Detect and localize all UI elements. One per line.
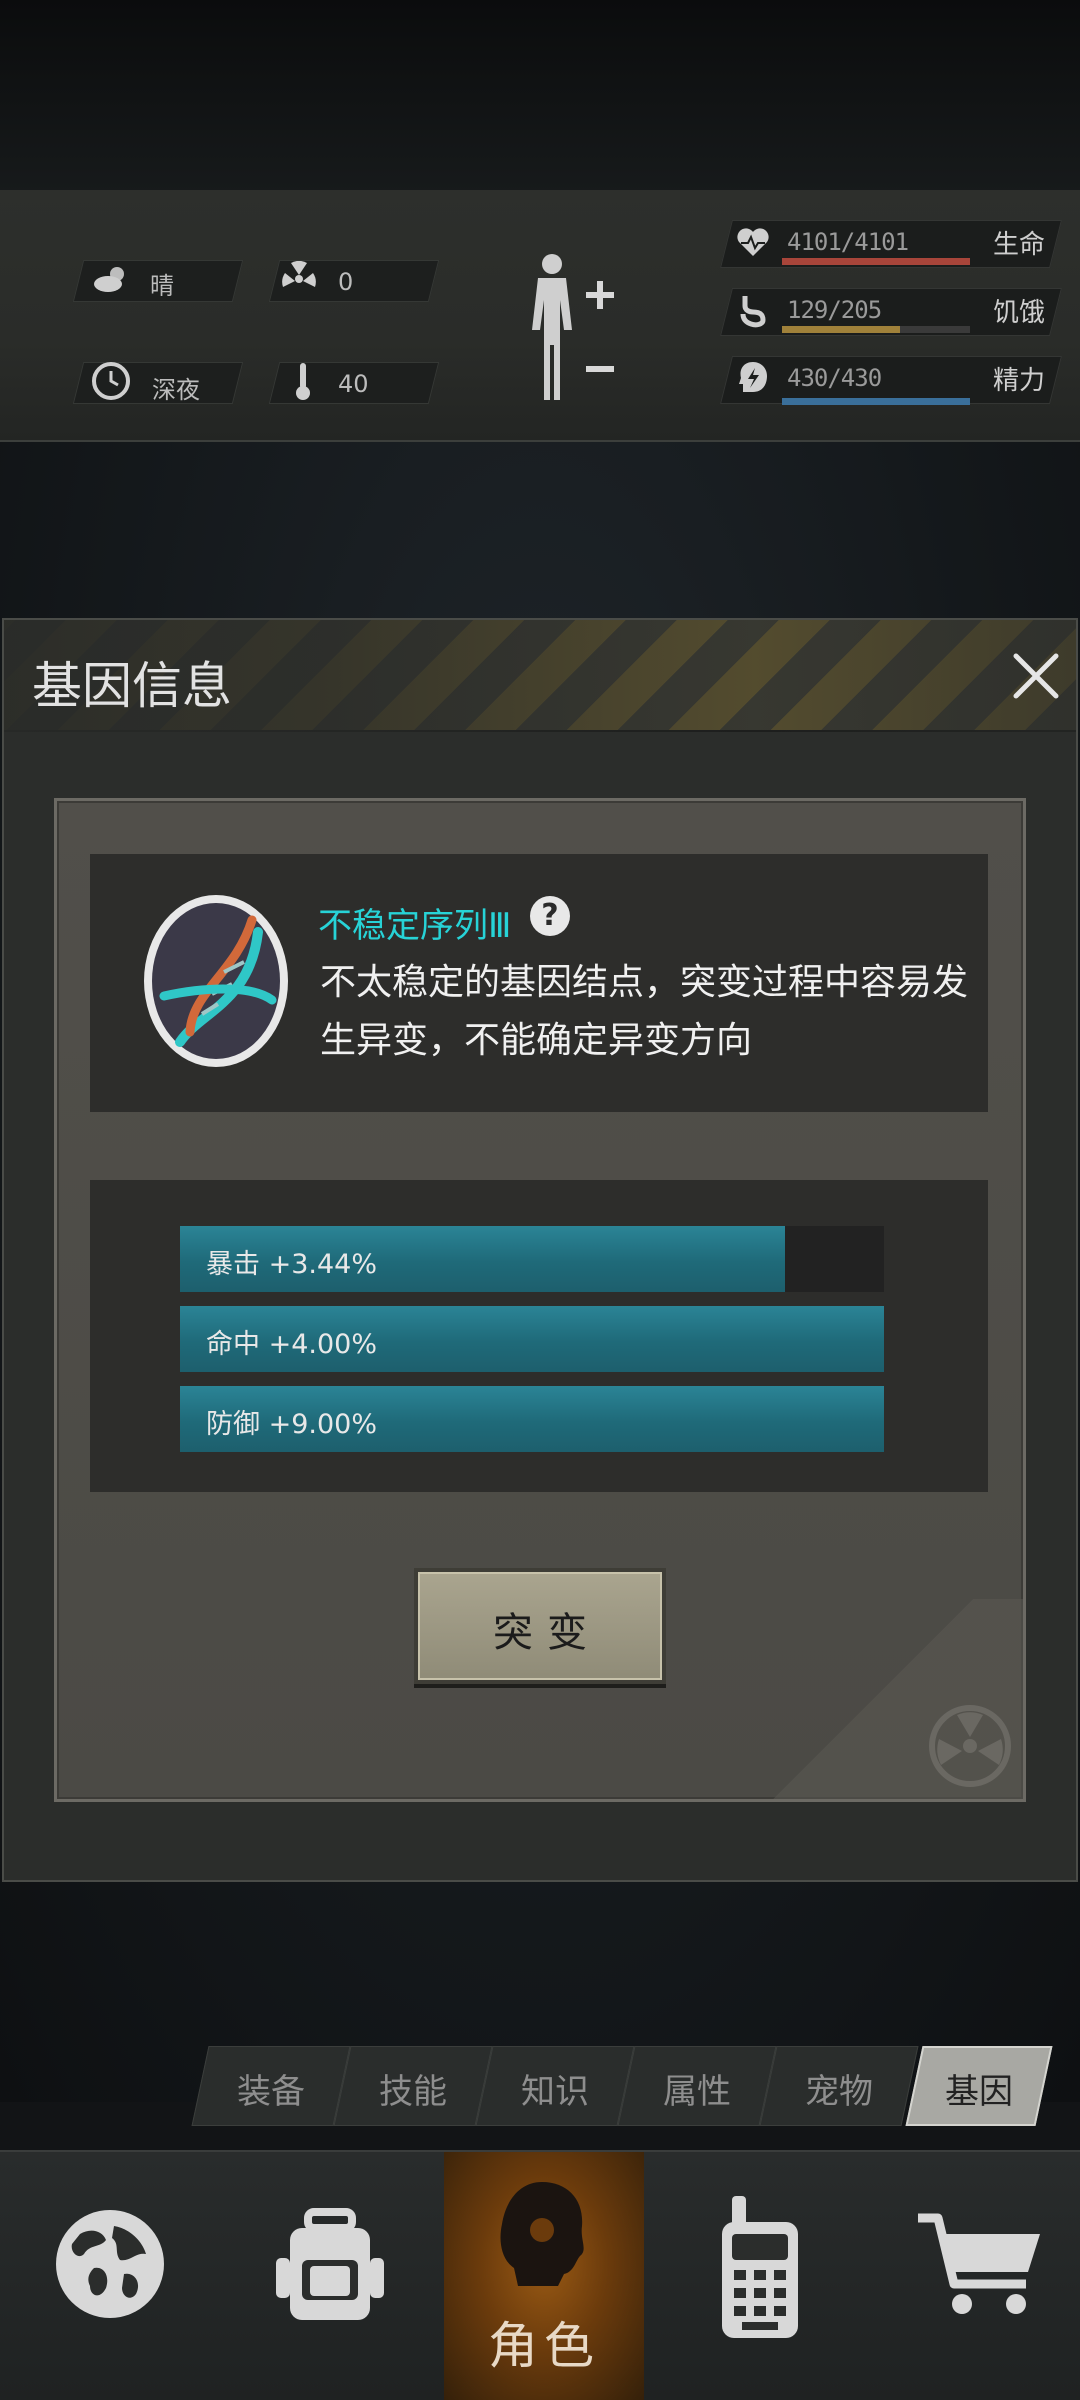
health-value: 4101/4101: [787, 228, 909, 256]
tab-label: 技能: [379, 2072, 447, 2112]
help-icon[interactable]: ?: [530, 896, 570, 936]
tab-label: 宠物: [805, 2072, 873, 2112]
clock-icon: [88, 358, 134, 404]
energy-bar: [782, 398, 970, 405]
gene-description: 不太稳定的基因结点，突变过程中容易发生异变，不能确定异变方向: [320, 962, 969, 1061]
body-status-button[interactable]: [520, 250, 620, 414]
tab-label: 属性: [663, 2072, 731, 2112]
time-label: 深夜: [152, 376, 200, 404]
energy-value: 430/430: [787, 364, 882, 392]
character-icon: [484, 2176, 604, 2310]
attribute-label: 防御 +9.00%: [206, 1409, 377, 1440]
attribute-bar-defense: 防御 +9.00%: [180, 1386, 884, 1452]
radiation-value: 0: [338, 268, 354, 296]
temperature-value: 40: [338, 370, 369, 398]
weather-label: 晴: [150, 272, 174, 300]
radiation-watermark-icon: [929, 1705, 1011, 1787]
brain-bolt-icon: [735, 360, 775, 400]
close-button[interactable]: [1008, 648, 1064, 704]
body-figure-icon: [532, 254, 614, 400]
tab-label: 装备: [237, 2072, 305, 2112]
dialog-title: 基因信息: [32, 657, 232, 715]
tab-label: 知识: [521, 2072, 589, 2112]
tab-label: 基因: [945, 2072, 1013, 2112]
attribute-label: 暴击 +3.44%: [206, 1249, 377, 1280]
hunger-bar: [782, 326, 970, 333]
attribute-bar-crit: 暴击 +3.44%: [180, 1226, 884, 1292]
nav-world[interactable]: [40, 2150, 180, 2400]
nav-character-label: 角色: [488, 2317, 600, 2375]
attribute-bar-accuracy: 命中 +4.00%: [180, 1306, 884, 1372]
mutate-button-label: 突变: [493, 1610, 601, 1656]
nav-radio[interactable]: [700, 2150, 820, 2400]
nav-backpack[interactable]: [250, 2150, 410, 2400]
thermometer-icon: [280, 358, 326, 404]
cloudy-sun-icon: [88, 256, 134, 302]
health-label: 生命: [993, 230, 1046, 260]
health-bar: [782, 258, 970, 265]
nav-shop[interactable]: [900, 2150, 1060, 2400]
cart-icon: [918, 2213, 1040, 2314]
hunger-value: 129/205: [787, 296, 882, 324]
mutate-button[interactable]: 突变: [414, 1568, 666, 1684]
radio-icon: [722, 2196, 798, 2338]
hunger-label: 饥饿: [993, 298, 1046, 328]
heart-icon: [735, 224, 775, 264]
close-icon: [1013, 653, 1059, 699]
radiation-icon: [276, 256, 322, 302]
globe-icon: [56, 2210, 164, 2318]
backpack-icon: [276, 2208, 384, 2320]
gene-name: 不稳定序列Ⅲ: [318, 906, 512, 946]
dna-icon: [140, 892, 292, 1070]
stomach-icon: [735, 292, 775, 332]
energy-label: 精力: [993, 366, 1046, 396]
attribute-label: 命中 +4.00%: [206, 1329, 377, 1360]
